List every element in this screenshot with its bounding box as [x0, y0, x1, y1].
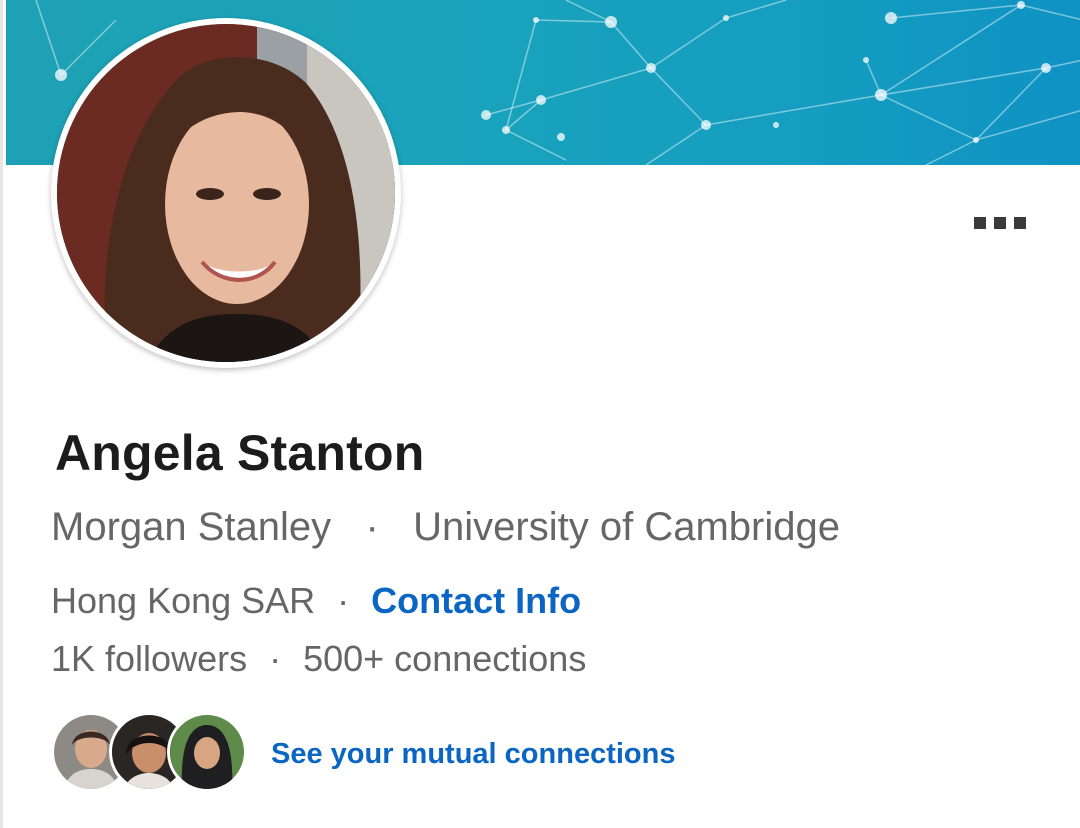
- mutual-connections-link[interactable]: See your mutual connections: [271, 738, 675, 771]
- school-name[interactable]: University of Cambridge: [413, 505, 840, 549]
- profile-photo[interactable]: [57, 24, 395, 362]
- connections-count[interactable]: 500+ connections: [303, 638, 586, 679]
- contact-info-link[interactable]: Contact Info: [371, 580, 581, 621]
- profile-card: Angela Stanton Morgan Stanley · University…: [0, 0, 1080, 828]
- location-row: Hong Kong SAR · Contact Info: [51, 580, 581, 622]
- mutual-avatar[interactable]: [167, 712, 247, 792]
- followers-count[interactable]: 1K followers: [51, 638, 247, 679]
- more-options-button[interactable]: [967, 208, 1033, 238]
- more-horizontal-icon: [974, 217, 986, 229]
- profile-headline: Morgan Stanley · University of Cambridge: [51, 505, 840, 550]
- profile-photo-frame[interactable]: [51, 18, 401, 368]
- separator-dot: ·: [269, 638, 282, 679]
- profile-name: Angela Stanton: [55, 425, 425, 481]
- separator-dot: ·: [337, 580, 350, 621]
- more-icon-dot: [1014, 217, 1026, 229]
- company-name[interactable]: Morgan Stanley: [51, 505, 331, 549]
- separator-dot: ·: [365, 505, 379, 549]
- network-stats: 1K followers · 500+ connections: [51, 638, 586, 680]
- more-icon-dot: [994, 217, 1006, 229]
- mutual-connections-avatars[interactable]: [51, 712, 251, 796]
- location-text: Hong Kong SAR: [51, 580, 316, 621]
